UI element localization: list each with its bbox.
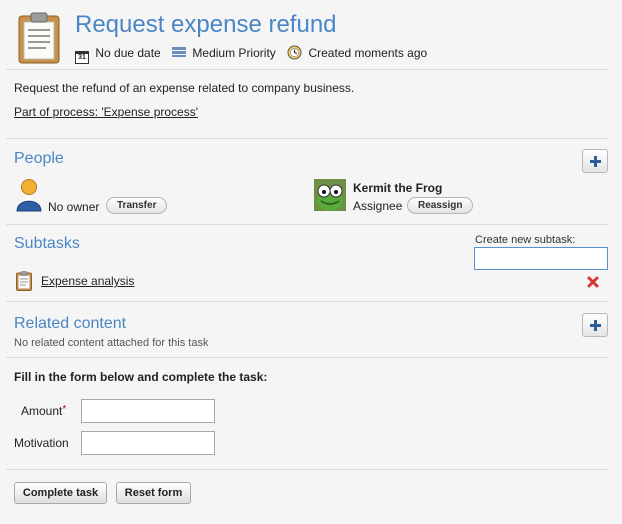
- subtask-link[interactable]: Expense analysis: [41, 274, 134, 288]
- motivation-label: Motivation: [14, 436, 69, 450]
- subtasks-heading: Subtasks: [14, 235, 80, 252]
- divider: [6, 224, 608, 225]
- page-title: Request expense refund: [75, 11, 337, 38]
- process-link[interactable]: Part of process: 'Expense process': [14, 105, 198, 119]
- motivation-field[interactable]: [81, 431, 215, 455]
- owner-avatar: [16, 178, 42, 212]
- new-subtask-input[interactable]: [474, 247, 608, 270]
- created-time: Created moments ago: [308, 46, 428, 60]
- divider: [6, 69, 608, 70]
- amount-field[interactable]: [81, 399, 215, 423]
- transfer-button[interactable]: Transfer: [106, 197, 168, 214]
- related-heading: Related content: [14, 315, 127, 332]
- complete-task-button[interactable]: Complete task: [14, 482, 107, 504]
- divider: [6, 301, 608, 302]
- reset-form-button[interactable]: Reset form: [116, 482, 191, 504]
- task-icon: [18, 12, 60, 64]
- related-empty-text: No related content attached for this tas…: [14, 337, 209, 349]
- divider: [6, 357, 608, 358]
- calendar-icon: 31: [75, 51, 89, 64]
- assignee-avatar: [314, 179, 346, 211]
- people-heading: People: [14, 150, 64, 167]
- header-meta: 31 No due date Medium Priority Created m…: [75, 45, 428, 64]
- form-instruction: Fill in the form below and complete the …: [14, 370, 268, 384]
- priority: Medium Priority: [192, 46, 276, 60]
- create-subtask-label: Create new subtask:: [475, 234, 576, 246]
- required-marker: *: [62, 404, 67, 415]
- owner-label: No owner: [48, 200, 100, 214]
- task-description: Request the refund of an expense related…: [14, 81, 355, 95]
- assignee-name: Kermit the Frog: [353, 181, 443, 195]
- reassign-button[interactable]: Reassign: [407, 197, 474, 214]
- amount-label: Amount*: [21, 404, 67, 418]
- add-person-button[interactable]: [582, 149, 608, 173]
- add-related-button[interactable]: [582, 313, 608, 337]
- divider: [6, 469, 608, 470]
- due-date: No due date: [95, 46, 161, 60]
- priority-icon: [172, 47, 187, 57]
- delete-subtask-icon[interactable]: [587, 276, 599, 288]
- subtask-icon: [16, 271, 32, 291]
- assignee-role: Assignee: [353, 199, 403, 213]
- clock-icon: [287, 45, 302, 63]
- divider: [6, 138, 608, 139]
